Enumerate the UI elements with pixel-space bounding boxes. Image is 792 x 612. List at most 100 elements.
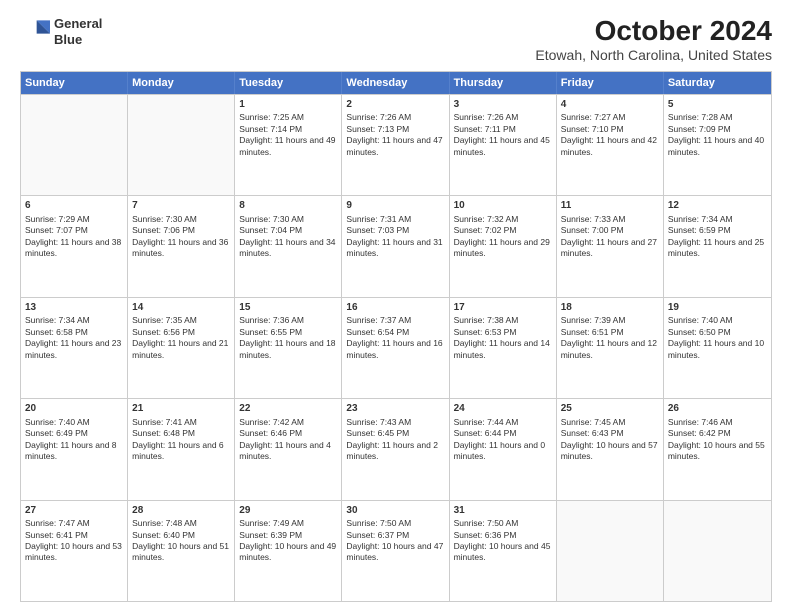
calendar-cell: 17Sunrise: 7:38 AMSunset: 6:53 PMDayligh… <box>450 298 557 398</box>
calendar-cell: 24Sunrise: 7:44 AMSunset: 6:44 PMDayligh… <box>450 399 557 499</box>
sunset: Sunset: 7:02 PM <box>454 225 552 236</box>
sunrise: Sunrise: 7:38 AM <box>454 315 552 326</box>
sunset: Sunset: 7:00 PM <box>561 225 659 236</box>
sunrise: Sunrise: 7:25 AM <box>239 112 337 123</box>
sunset: Sunset: 7:10 PM <box>561 124 659 135</box>
calendar-cell: 31Sunrise: 7:50 AMSunset: 6:36 PMDayligh… <box>450 501 557 601</box>
daylight: Daylight: 10 hours and 53 minutes. <box>25 541 123 564</box>
sunrise: Sunrise: 7:34 AM <box>668 214 767 225</box>
sunset: Sunset: 6:56 PM <box>132 327 230 338</box>
daylight: Daylight: 11 hours and 27 minutes. <box>561 237 659 260</box>
daylight: Daylight: 10 hours and 55 minutes. <box>668 440 767 463</box>
calendar-cell: 28Sunrise: 7:48 AMSunset: 6:40 PMDayligh… <box>128 501 235 601</box>
calendar-cell: 20Sunrise: 7:40 AMSunset: 6:49 PMDayligh… <box>21 399 128 499</box>
calendar-cell: 10Sunrise: 7:32 AMSunset: 7:02 PMDayligh… <box>450 196 557 296</box>
sunset: Sunset: 7:06 PM <box>132 225 230 236</box>
day-number: 24 <box>454 402 552 416</box>
day-number: 28 <box>132 504 230 518</box>
day-number: 4 <box>561 98 659 112</box>
logo-line2: Blue <box>54 32 102 48</box>
sunrise: Sunrise: 7:27 AM <box>561 112 659 123</box>
calendar-cell: 8Sunrise: 7:30 AMSunset: 7:04 PMDaylight… <box>235 196 342 296</box>
calendar-cell <box>128 95 235 195</box>
calendar-row: 13Sunrise: 7:34 AMSunset: 6:58 PMDayligh… <box>21 297 771 398</box>
sunset: Sunset: 7:11 PM <box>454 124 552 135</box>
calendar-cell: 3Sunrise: 7:26 AMSunset: 7:11 PMDaylight… <box>450 95 557 195</box>
calendar-header-cell: Monday <box>128 72 235 94</box>
daylight: Daylight: 11 hours and 42 minutes. <box>561 135 659 158</box>
daylight: Daylight: 11 hours and 21 minutes. <box>132 338 230 361</box>
sunset: Sunset: 6:45 PM <box>346 428 444 439</box>
calendar-row: 20Sunrise: 7:40 AMSunset: 6:49 PMDayligh… <box>21 398 771 499</box>
calendar-cell: 12Sunrise: 7:34 AMSunset: 6:59 PMDayligh… <box>664 196 771 296</box>
calendar-cell: 29Sunrise: 7:49 AMSunset: 6:39 PMDayligh… <box>235 501 342 601</box>
calendar-cell: 1Sunrise: 7:25 AMSunset: 7:14 PMDaylight… <box>235 95 342 195</box>
calendar-cell: 13Sunrise: 7:34 AMSunset: 6:58 PMDayligh… <box>21 298 128 398</box>
day-number: 14 <box>132 301 230 315</box>
sunrise: Sunrise: 7:36 AM <box>239 315 337 326</box>
calendar-row: 1Sunrise: 7:25 AMSunset: 7:14 PM Daylight… <box>21 94 771 195</box>
daylight: Daylight: 11 hours and 47 minutes. <box>346 135 444 158</box>
daylight: Daylight: 11 hours and 18 minutes. <box>239 338 337 361</box>
calendar-cell: 30Sunrise: 7:50 AMSunset: 6:37 PMDayligh… <box>342 501 449 601</box>
day-number: 26 <box>668 402 767 416</box>
sunset: Sunset: 6:36 PM <box>454 530 552 541</box>
sunrise: Sunrise: 7:30 AM <box>132 214 230 225</box>
daylight: Daylight: 11 hours and 4 minutes. <box>239 440 337 463</box>
day-number: 5 <box>668 98 767 112</box>
day-number: 16 <box>346 301 444 315</box>
sunset: Sunset: 7:04 PM <box>239 225 337 236</box>
sunrise: Sunrise: 7:26 AM <box>346 112 444 123</box>
sunrise: Sunrise: 7:33 AM <box>561 214 659 225</box>
calendar-cell: 27Sunrise: 7:47 AMSunset: 6:41 PMDayligh… <box>21 501 128 601</box>
daylight: Daylight: 11 hours and 29 minutes. <box>454 237 552 260</box>
day-number: 3 <box>454 98 552 112</box>
daylight: Daylight: 11 hours and 34 minutes. <box>239 237 337 260</box>
sunrise: Sunrise: 7:50 AM <box>454 518 552 529</box>
day-number: 23 <box>346 402 444 416</box>
calendar-cell <box>557 501 664 601</box>
sunrise: Sunrise: 7:45 AM <box>561 417 659 428</box>
sunrise: Sunrise: 7:28 AM <box>668 112 767 123</box>
sunrise: Sunrise: 7:41 AM <box>132 417 230 428</box>
day-number: 1 <box>239 98 337 112</box>
sunset: Sunset: 6:58 PM <box>25 327 123 338</box>
sunset: Sunset: 7:14 PM <box>239 124 337 135</box>
day-number: 22 <box>239 402 337 416</box>
day-number: 18 <box>561 301 659 315</box>
daylight: Daylight: 10 hours and 57 minutes. <box>561 440 659 463</box>
sunrise: Sunrise: 7:42 AM <box>239 417 337 428</box>
sunset: Sunset: 6:48 PM <box>132 428 230 439</box>
page: General Blue October 2024 Etowah, North … <box>0 0 792 612</box>
sunrise: Sunrise: 7:30 AM <box>239 214 337 225</box>
day-number: 12 <box>668 199 767 213</box>
sunset: Sunset: 6:55 PM <box>239 327 337 338</box>
sunset: Sunset: 6:40 PM <box>132 530 230 541</box>
day-number: 27 <box>25 504 123 518</box>
sunrise: Sunrise: 7:31 AM <box>346 214 444 225</box>
day-number: 13 <box>25 301 123 315</box>
sunset: Sunset: 6:51 PM <box>561 327 659 338</box>
sunset: Sunset: 7:03 PM <box>346 225 444 236</box>
daylight: Daylight: 11 hours and 25 minutes. <box>668 237 767 260</box>
daylight: Daylight: 11 hours and 36 minutes. <box>132 237 230 260</box>
sunset: Sunset: 6:37 PM <box>346 530 444 541</box>
sunrise: Sunrise: 7:47 AM <box>25 518 123 529</box>
sunrise: Sunrise: 7:37 AM <box>346 315 444 326</box>
calendar: SundayMondayTuesdayWednesdayThursdayFrid… <box>20 71 772 602</box>
daylight: Daylight: 11 hours and 40 minutes. <box>668 135 767 158</box>
calendar-cell: 18Sunrise: 7:39 AMSunset: 6:51 PMDayligh… <box>557 298 664 398</box>
daylight: Daylight: 10 hours and 49 minutes. <box>239 541 337 564</box>
day-number: 11 <box>561 199 659 213</box>
day-number: 30 <box>346 504 444 518</box>
logo: General Blue <box>20 16 102 47</box>
sunset: Sunset: 7:13 PM <box>346 124 444 135</box>
sunrise: Sunrise: 7:35 AM <box>132 315 230 326</box>
daylight: Daylight: 11 hours and 45 minutes. <box>454 135 552 158</box>
daylight: Daylight: 11 hours and 38 minutes. <box>25 237 123 260</box>
page-title: October 2024 <box>535 16 772 47</box>
daylight: Daylight: 11 hours and 16 minutes. <box>346 338 444 361</box>
sunrise: Sunrise: 7:32 AM <box>454 214 552 225</box>
calendar-cell <box>21 95 128 195</box>
daylight: Daylight: 11 hours and 31 minutes. <box>346 237 444 260</box>
